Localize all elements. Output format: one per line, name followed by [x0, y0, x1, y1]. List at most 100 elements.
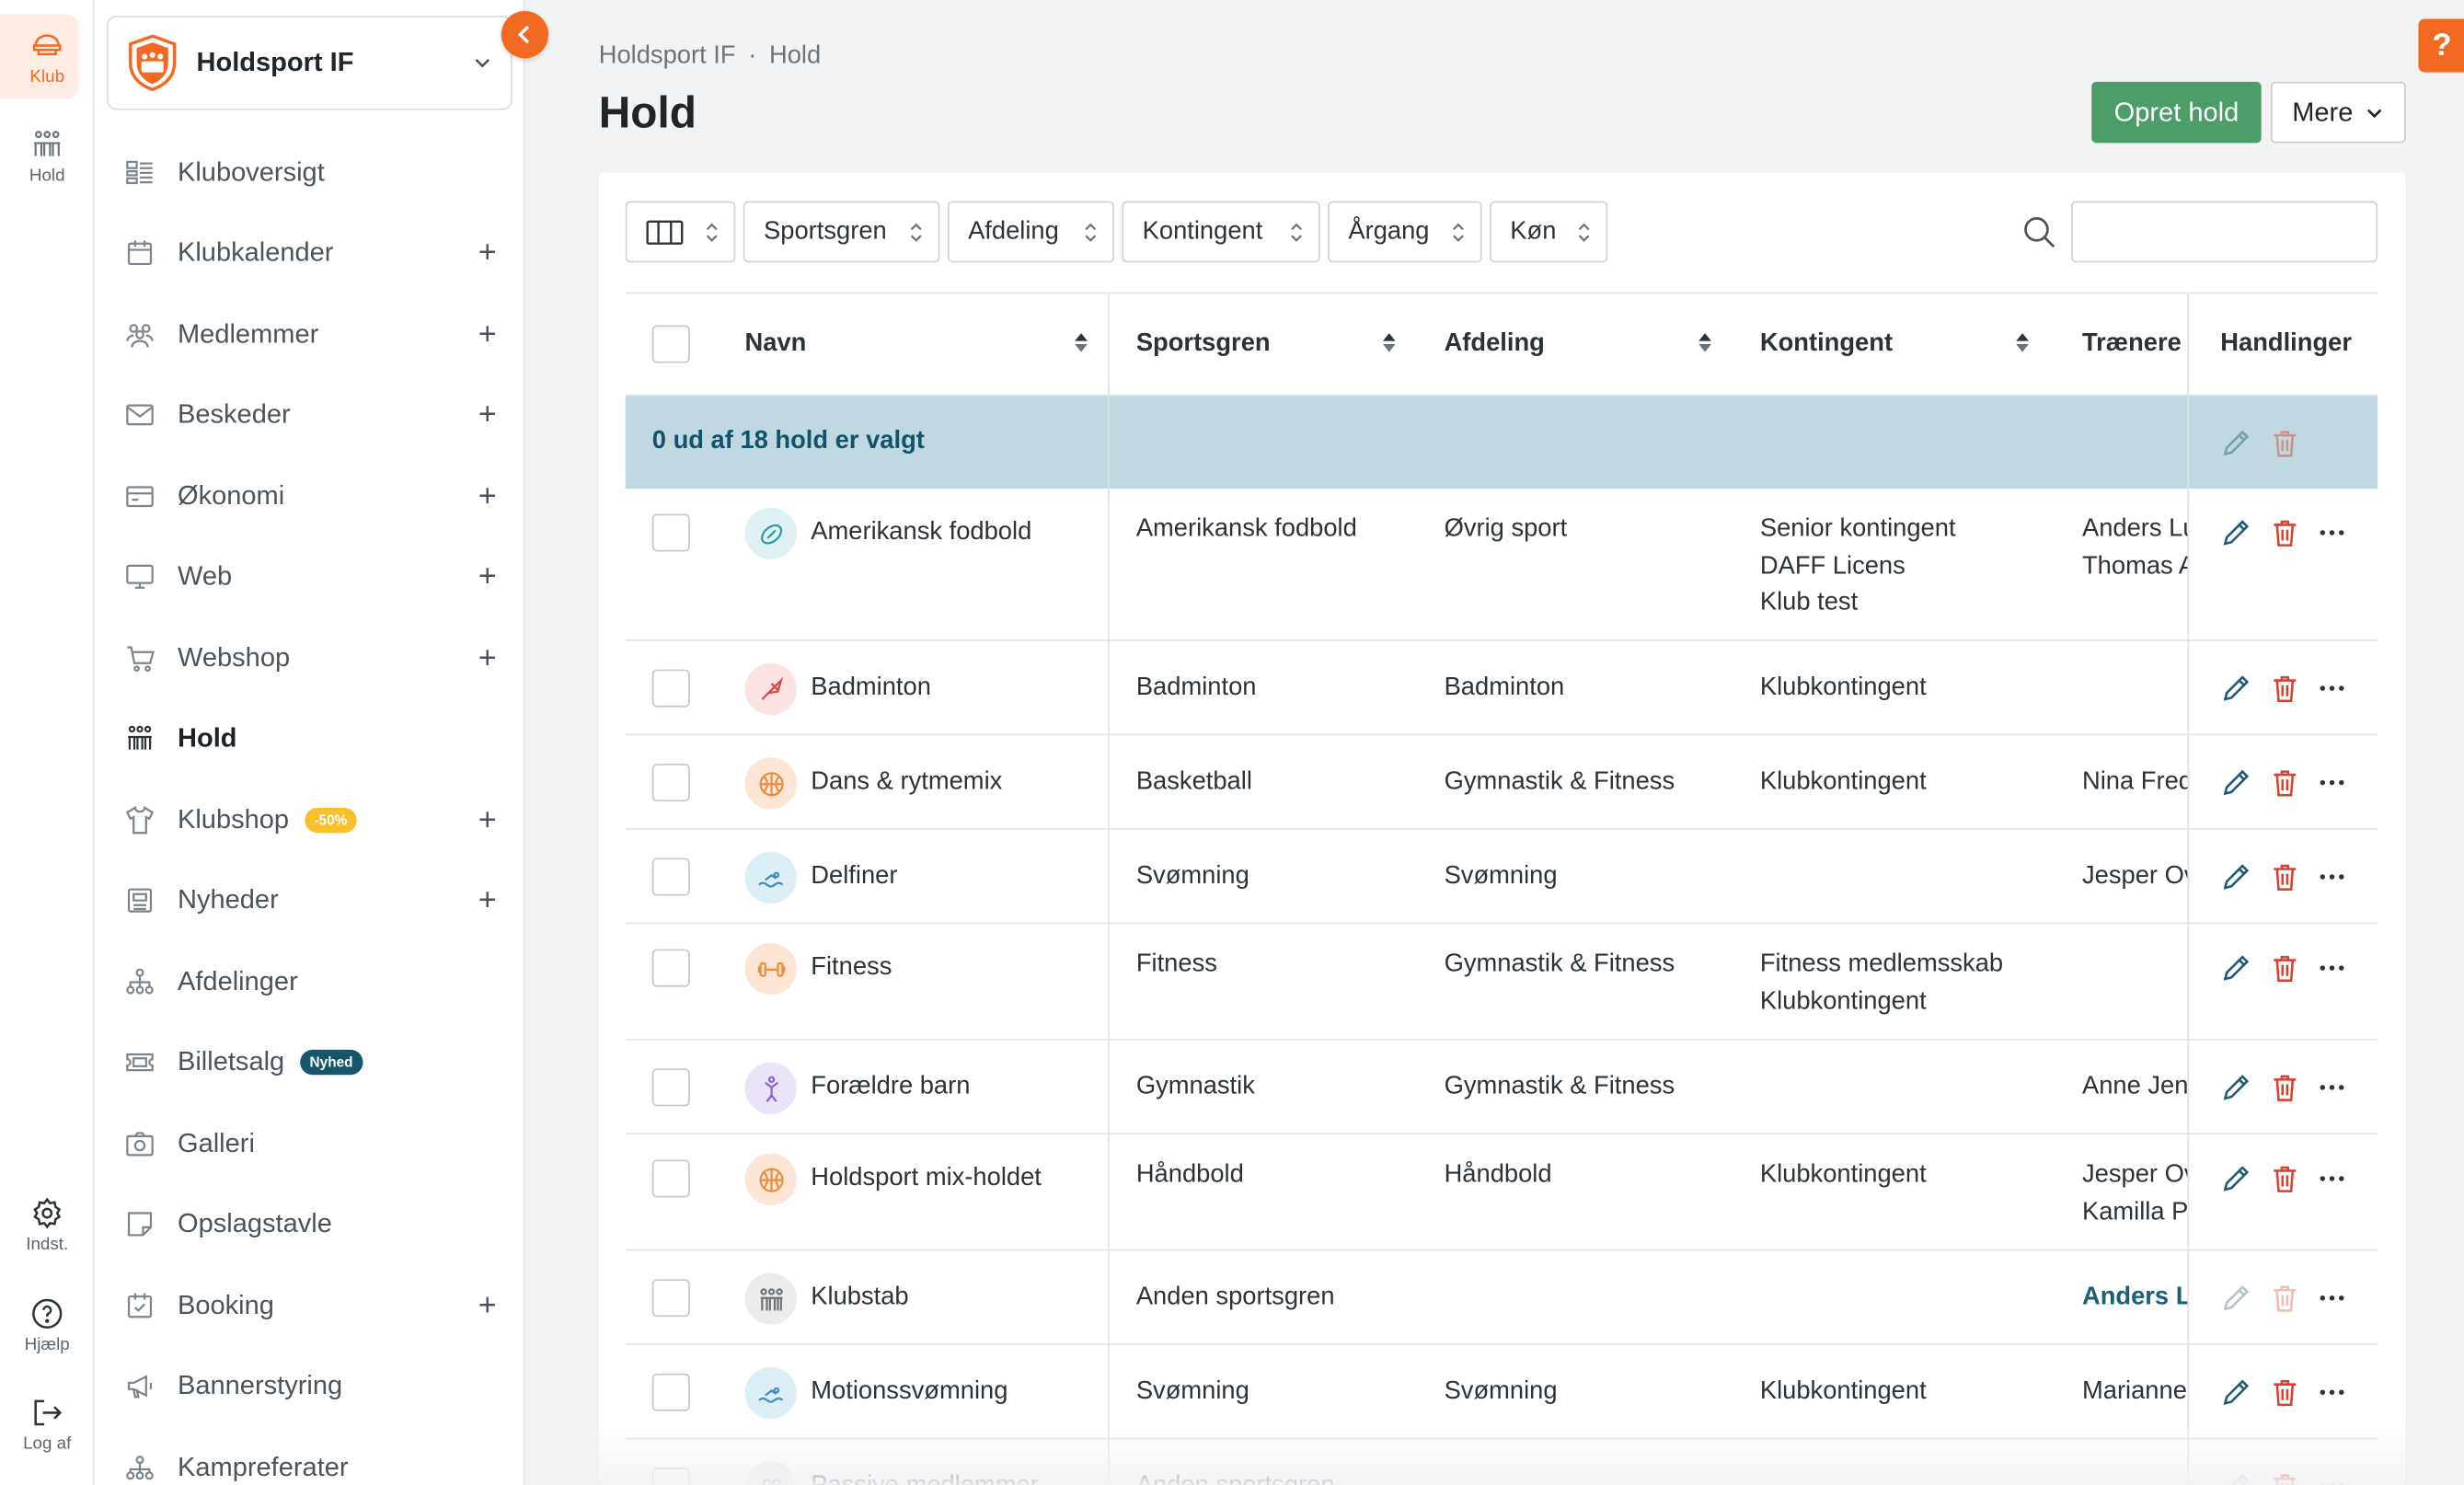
row-checkbox[interactable]: [651, 1159, 690, 1198]
club-switcher[interactable]: Holdsport IF: [107, 16, 512, 110]
row-checkbox[interactable]: [651, 1373, 690, 1411]
rail-item-club[interactable]: Klub: [0, 14, 94, 99]
table-row[interactable]: Klubstab Anden sportsgren Anders Lu: [625, 1251, 2378, 1345]
more-dots-icon[interactable]: [2316, 861, 2347, 892]
more-dots-icon[interactable]: [2316, 673, 2347, 704]
sidebar-item-klubkalender[interactable]: Klubkalender +: [94, 218, 524, 287]
search-input[interactable]: [2071, 201, 2378, 263]
column-toggle[interactable]: [625, 201, 736, 263]
sidebar-item-klubshop[interactable]: Klubshop -50% +: [94, 786, 524, 855]
sidebar-item-bannerstyring[interactable]: Bannerstyring: [94, 1352, 524, 1421]
edit-icon[interactable]: [2220, 1283, 2251, 1314]
edit-icon[interactable]: [2220, 1376, 2251, 1408]
sidebar-item-webshop[interactable]: Webshop +: [94, 624, 524, 693]
team-name[interactable]: Klubstab: [811, 1279, 1101, 1316]
team-name[interactable]: Holdsport mix-holdet: [811, 1159, 1101, 1196]
table-row[interactable]: Passive medlemmer Anden sportsgren: [626, 1439, 2378, 1485]
more-dots-icon[interactable]: [2316, 517, 2347, 548]
sidebar-item-afdelinger[interactable]: Afdelinger: [94, 948, 524, 1017]
trash-icon[interactable]: [2269, 766, 2300, 798]
filter-kon[interactable]: Køn: [1490, 201, 1608, 263]
sort-icon[interactable]: [1381, 331, 1397, 353]
edit-icon[interactable]: [2220, 766, 2251, 798]
sidebar-item-booking[interactable]: Booking +: [94, 1272, 524, 1341]
more-dots-icon[interactable]: [2316, 766, 2347, 798]
breadcrumb-club[interactable]: Holdsport IF: [599, 42, 736, 69]
sidebar-item-beskeder[interactable]: Beskeder +: [94, 380, 524, 449]
more-dots-icon[interactable]: [2316, 1283, 2347, 1314]
trash-icon[interactable]: [2269, 1283, 2300, 1314]
team-name[interactable]: Dans & rytmemix: [811, 764, 1101, 800]
team-name[interactable]: Motionssvømning: [811, 1374, 1101, 1410]
sidebar-item-kluboversigt[interactable]: Kluboversigt: [94, 138, 524, 207]
sort-icon[interactable]: [1074, 331, 1089, 353]
more-button[interactable]: Mere: [2270, 81, 2406, 144]
edit-icon[interactable]: [2220, 861, 2251, 892]
edit-icon[interactable]: [2220, 1072, 2251, 1103]
filter-sportsgren[interactable]: Sportsgren: [743, 201, 940, 263]
sidebar-item-okonomi[interactable]: Økonomi +: [94, 462, 524, 531]
team-name[interactable]: Passive medlemmer: [811, 1468, 1101, 1485]
row-checkbox[interactable]: [651, 669, 690, 708]
edit-icon[interactable]: [2220, 952, 2251, 984]
bulk-edit-icon[interactable]: [2220, 428, 2251, 459]
trash-icon[interactable]: [2269, 673, 2300, 704]
row-checkbox[interactable]: [651, 764, 690, 802]
column-header-afdeling[interactable]: Afdeling: [1445, 294, 1733, 394]
trash-icon[interactable]: [2269, 517, 2300, 548]
add-icon[interactable]: +: [478, 561, 497, 593]
bulk-delete-icon[interactable]: [2269, 428, 2300, 459]
rail-item-team[interactable]: Hold: [0, 113, 94, 198]
sort-icon[interactable]: [2015, 331, 2031, 353]
help-tab[interactable]: ?: [2418, 18, 2464, 73]
table-row[interactable]: Delfiner Svømning Svømning Jesper Ov: [625, 830, 2378, 925]
create-team-button[interactable]: Opret hold: [2091, 81, 2262, 144]
row-checkbox[interactable]: [651, 949, 690, 987]
column-header-sportsgren[interactable]: Sportsgren: [1136, 294, 1416, 394]
table-row[interactable]: Badminton Badminton Badminton Klubkontingen…: [625, 641, 2378, 736]
team-name[interactable]: Amerikansk fodbold: [811, 513, 1101, 550]
filter-argang[interactable]: Årgang: [1328, 201, 1482, 263]
add-icon[interactable]: +: [478, 804, 497, 835]
add-icon[interactable]: +: [478, 1290, 497, 1321]
sidebar-item-galleri[interactable]: Galleri: [94, 1110, 524, 1179]
search-icon[interactable]: [2022, 215, 2057, 250]
sidebar-item-medlemmer[interactable]: Medlemmer +: [94, 300, 524, 369]
trash-icon[interactable]: [2269, 1163, 2300, 1194]
add-icon[interactable]: +: [478, 885, 497, 916]
column-header-kontingent[interactable]: Kontingent: [1760, 294, 2049, 394]
filter-kontingent[interactable]: Kontingent: [1122, 201, 1320, 263]
more-dots-icon[interactable]: [2316, 1163, 2347, 1194]
trash-icon[interactable]: [2269, 861, 2300, 892]
sidebar-item-billetsalg[interactable]: Billetsalg Nyhed: [94, 1028, 524, 1097]
team-name[interactable]: Fitness: [811, 950, 1101, 986]
team-name[interactable]: Delfiner: [811, 858, 1101, 895]
select-all-checkbox[interactable]: [651, 325, 690, 363]
more-dots-icon[interactable]: [2316, 952, 2347, 984]
edit-icon[interactable]: [2220, 1163, 2251, 1194]
add-icon[interactable]: +: [478, 319, 497, 351]
add-icon[interactable]: +: [478, 643, 497, 674]
team-name[interactable]: Forældre barn: [811, 1068, 1101, 1105]
add-icon[interactable]: +: [478, 481, 497, 512]
collapse-sidebar-button[interactable]: [501, 10, 549, 59]
sidebar-item-kampreferater[interactable]: Kampreferater: [94, 1433, 524, 1485]
sidebar-item-web[interactable]: Web +: [94, 542, 524, 611]
sidebar-item-opslagstavle[interactable]: Opslagstavle: [94, 1190, 524, 1259]
add-icon[interactable]: +: [478, 237, 497, 269]
edit-icon[interactable]: [2220, 673, 2251, 704]
table-row[interactable]: Amerikansk fodbold Amerikansk fodbold Øvri…: [625, 489, 2378, 641]
trash-icon[interactable]: [2269, 952, 2300, 984]
row-checkbox[interactable]: [651, 1068, 690, 1107]
coach-name[interactable]: Anders Lu: [2082, 1279, 2189, 1316]
team-name[interactable]: Badminton: [811, 670, 1101, 707]
filter-afdeling[interactable]: Afdeling: [947, 201, 1114, 263]
edit-icon[interactable]: [2220, 1471, 2251, 1485]
rail-item-settings[interactable]: Indst.: [0, 1181, 94, 1266]
sidebar-item-hold[interactable]: Hold: [94, 704, 524, 773]
sidebar-item-nyheder[interactable]: Nyheder +: [94, 866, 524, 935]
table-row[interactable]: Fitness Fitness Gymnastik & Fitness Fitness…: [625, 924, 2378, 1041]
trash-icon[interactable]: [2269, 1072, 2300, 1103]
row-checkbox[interactable]: [651, 513, 690, 552]
row-checkbox[interactable]: [651, 1468, 690, 1485]
